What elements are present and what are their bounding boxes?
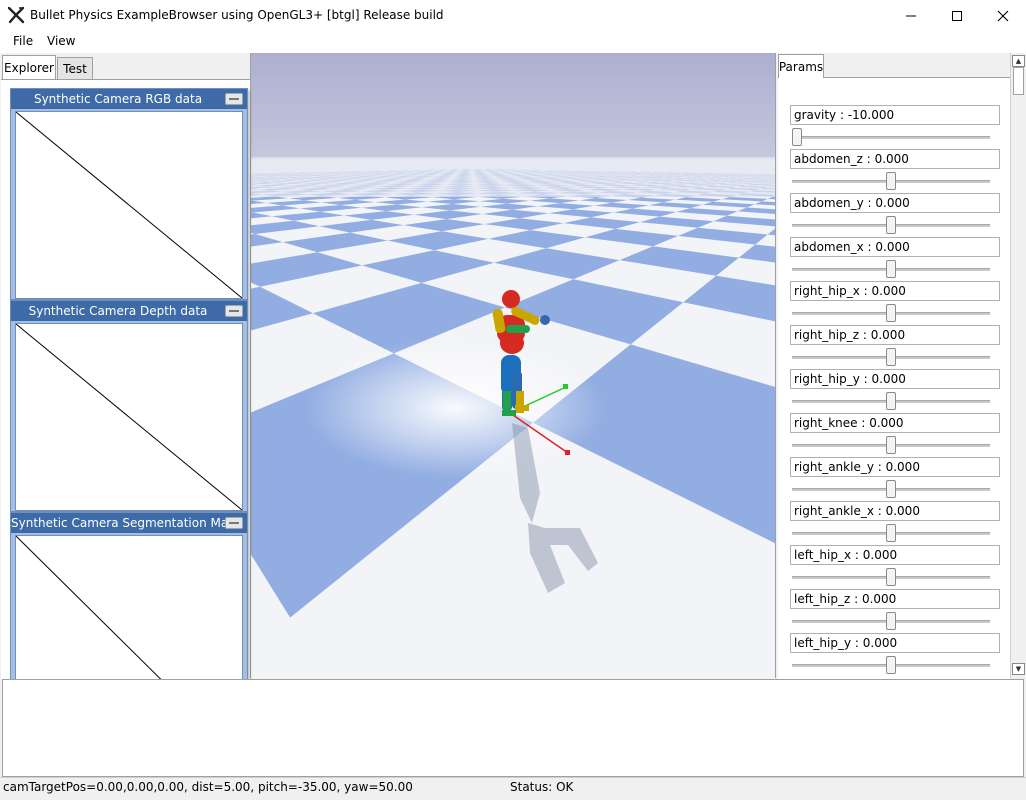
status-text: Status: OK: [510, 780, 574, 794]
camera-window-rgb[interactable]: Synthetic Camera RGB data: [10, 88, 248, 300]
param-slider-thumb[interactable]: [886, 524, 896, 542]
tab-test-label: Test: [63, 61, 87, 76]
param-slider-track[interactable]: [792, 136, 990, 139]
param-value-field[interactable]: right_hip_z : 0.000: [790, 325, 1000, 345]
param-value-field[interactable]: right_knee : 0.000: [790, 413, 1000, 433]
params-scrollbar[interactable]: ▲ ▼: [1010, 53, 1026, 678]
depth-canvas: [15, 323, 243, 511]
window-title: Bullet Physics ExampleBrowser using Open…: [30, 8, 444, 22]
param-slider-thumb[interactable]: [886, 348, 896, 366]
param-value-field[interactable]: abdomen_y : 0.000: [790, 193, 1000, 213]
param-value-field[interactable]: right_hip_x : 0.000: [790, 281, 1000, 301]
param-slider-thumb[interactable]: [886, 216, 896, 234]
camera-window-header[interactable]: Synthetic Camera Depth data: [11, 301, 247, 321]
param-value-field[interactable]: left_hip_y : 0.000: [790, 633, 1000, 653]
menu-view[interactable]: View: [47, 34, 75, 48]
param-value-field[interactable]: right_ankle_y : 0.000: [790, 457, 1000, 477]
tab-explorer[interactable]: Explorer: [2, 55, 56, 79]
param-slider-thumb[interactable]: [886, 304, 896, 322]
scroll-thumb[interactable]: [1013, 67, 1024, 95]
camera-window-header[interactable]: Synthetic Camera RGB data: [11, 89, 247, 109]
param-value-field[interactable]: right_hip_y : 0.000: [790, 369, 1000, 389]
param-slider-thumb[interactable]: [886, 612, 896, 630]
scroll-up-icon[interactable]: ▲: [1012, 55, 1025, 67]
param-value-field[interactable]: left_hip_z : 0.000: [790, 589, 1000, 609]
maximize-icon: [952, 10, 962, 21]
param-value-field[interactable]: abdomen_x : 0.000: [790, 237, 1000, 257]
maximize-button[interactable]: [934, 0, 980, 31]
scroll-down-icon[interactable]: ▼: [1012, 663, 1025, 675]
menu-file[interactable]: File: [13, 34, 33, 48]
rgb-canvas: [15, 111, 243, 299]
menu-bar: File View: [0, 31, 1026, 53]
close-icon: [997, 10, 1009, 21]
camera-window-title: Synthetic Camera Depth data: [28, 304, 208, 318]
tab-explorer-label: Explorer: [4, 60, 54, 75]
app-logo-icon: [7, 6, 25, 24]
camera-window-depth[interactable]: Synthetic Camera Depth data: [10, 300, 248, 512]
param-value-field[interactable]: gravity : -10.000: [790, 105, 1000, 125]
param-slider-thumb[interactable]: [886, 656, 896, 674]
param-value-field[interactable]: abdomen_z : 0.000: [790, 149, 1000, 169]
param-value-field[interactable]: left_hip_x : 0.000: [790, 545, 1000, 565]
tab-test[interactable]: Test: [57, 57, 93, 79]
tab-params[interactable]: Params: [778, 54, 824, 78]
param-value-field[interactable]: right_ankle_x : 0.000: [790, 501, 1000, 521]
empty-image-diagonal: [15, 111, 243, 299]
title-bar: Bullet Physics ExampleBrowser using Open…: [0, 0, 1026, 31]
console-output[interactable]: [2, 679, 1024, 777]
minimize-window-button[interactable]: [225, 93, 243, 105]
param-slider-thumb[interactable]: [886, 568, 896, 586]
param-slider-thumb[interactable]: [886, 392, 896, 410]
camera-window-header[interactable]: Synthetic Camera Segmentation Mask: [11, 513, 247, 533]
status-bar: camTargetPos=0.00,0.00,0.00, dist=5.00, …: [0, 777, 1026, 800]
camera-status: camTargetPos=0.00,0.00,0.00, dist=5.00, …: [3, 780, 413, 794]
camera-window-title: Synthetic Camera RGB data: [33, 92, 203, 106]
empty-image-diagonal: [15, 323, 243, 511]
minimize-button[interactable]: [888, 0, 934, 31]
param-slider-thumb[interactable]: [886, 436, 896, 454]
minimize-icon: [906, 15, 916, 16]
close-button[interactable]: [980, 0, 1026, 31]
param-slider-thumb[interactable]: [886, 260, 896, 278]
param-slider-thumb[interactable]: [886, 480, 896, 498]
camera-window-title: Synthetic Camera Segmentation Mask: [11, 516, 225, 530]
param-slider-thumb[interactable]: [886, 172, 896, 190]
minimize-window-button[interactable]: [225, 517, 243, 529]
param-slider-thumb[interactable]: [792, 128, 802, 146]
minimize-window-button[interactable]: [225, 305, 243, 317]
tab-params-label: Params: [778, 59, 824, 74]
